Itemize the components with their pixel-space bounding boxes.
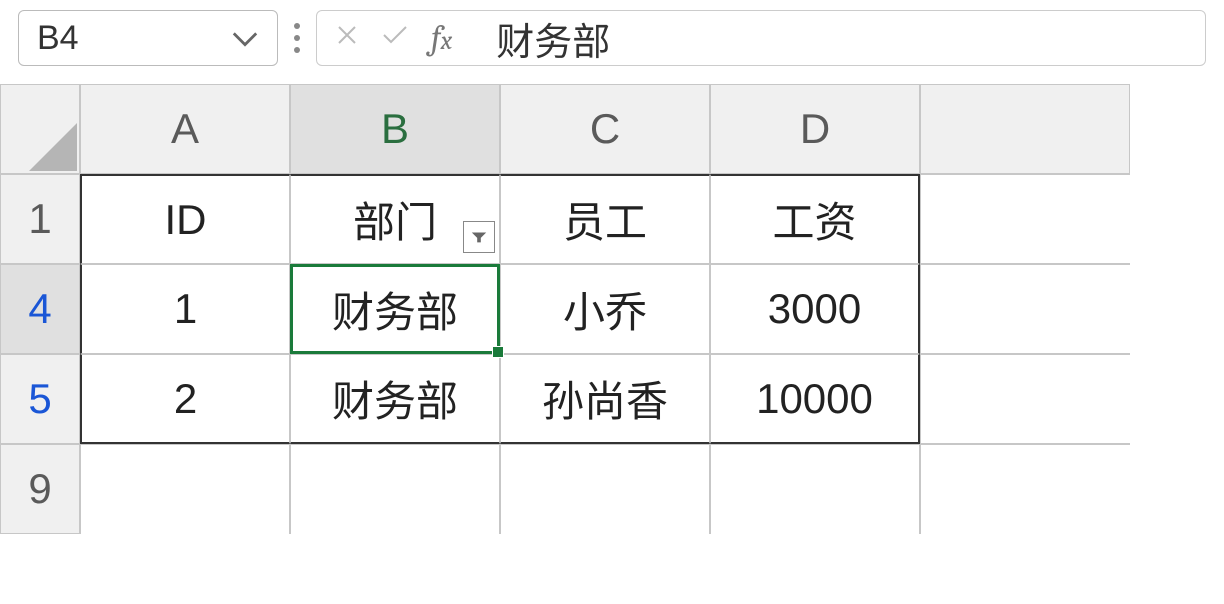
cell-E9[interactable] <box>920 444 1130 534</box>
cell-B1-text: 部门 <box>353 189 437 250</box>
cell-C1[interactable]: 员工 <box>500 174 710 264</box>
cell-D5[interactable]: 10000 <box>710 354 920 444</box>
cell-C5[interactable]: 孙尚香 <box>500 354 710 444</box>
formula-bar-menu-icon[interactable] <box>284 23 310 53</box>
accept-icon[interactable] <box>381 21 409 55</box>
chevron-down-icon[interactable] <box>231 19 259 58</box>
column-header-D[interactable]: D <box>710 84 920 174</box>
fx-icon[interactable]: fx <box>431 18 452 58</box>
spreadsheet-grid: A B C D 1 ID 部门 员工 工资 4 1 财务部 小乔 3000 5 … <box>0 84 1224 534</box>
column-header-A[interactable]: A <box>80 84 290 174</box>
cell-D4[interactable]: 3000 <box>710 264 920 354</box>
column-header-E[interactable] <box>920 84 1130 174</box>
cell-A1[interactable]: ID <box>80 174 290 264</box>
cell-C9[interactable] <box>500 444 710 534</box>
cell-B4[interactable]: 财务部 <box>290 264 500 354</box>
row-header-5[interactable]: 5 <box>0 354 80 444</box>
cell-D9[interactable] <box>710 444 920 534</box>
formula-text: 财务部 <box>496 11 610 66</box>
row-header-4[interactable]: 4 <box>0 264 80 354</box>
cell-C4[interactable]: 小乔 <box>500 264 710 354</box>
cell-B9[interactable] <box>290 444 500 534</box>
cell-B1[interactable]: 部门 <box>290 174 500 264</box>
filter-icon[interactable] <box>463 221 495 253</box>
cell-E5[interactable] <box>920 354 1130 444</box>
cell-D1[interactable]: 工资 <box>710 174 920 264</box>
cell-B5[interactable]: 财务部 <box>290 354 500 444</box>
cell-E4[interactable] <box>920 264 1130 354</box>
column-header-C[interactable]: C <box>500 84 710 174</box>
select-all-corner[interactable] <box>0 84 80 174</box>
cell-reference-text: B4 <box>37 19 79 58</box>
row-header-9[interactable]: 9 <box>0 444 80 534</box>
row-header-1[interactable]: 1 <box>0 174 80 264</box>
formula-input[interactable]: fx 财务部 <box>316 10 1206 66</box>
cell-A9[interactable] <box>80 444 290 534</box>
column-header-B[interactable]: B <box>290 84 500 174</box>
cell-E1[interactable] <box>920 174 1130 264</box>
name-box[interactable]: B4 <box>18 10 278 66</box>
cell-A5[interactable]: 2 <box>80 354 290 444</box>
cancel-icon[interactable] <box>335 21 359 55</box>
formula-bar: B4 fx 财务部 <box>0 0 1224 84</box>
cell-A4[interactable]: 1 <box>80 264 290 354</box>
